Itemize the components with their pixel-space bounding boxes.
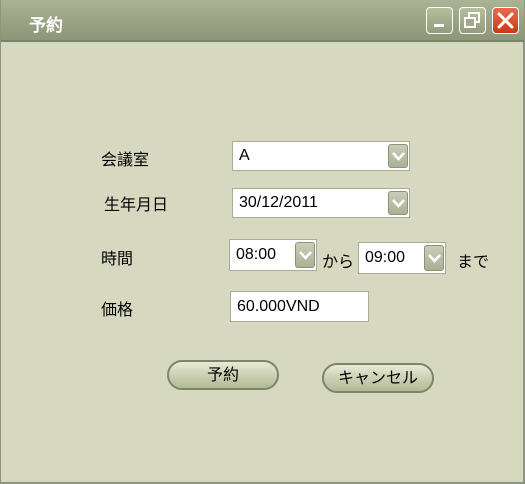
close-icon xyxy=(497,12,514,29)
time-to-select[interactable]: 09:00 xyxy=(358,242,446,274)
room-select[interactable]: A xyxy=(232,141,410,171)
to-text: まで xyxy=(457,252,490,271)
from-text: から xyxy=(322,252,355,271)
window-title: 予約 xyxy=(29,16,63,36)
date-dropdown-button[interactable] xyxy=(388,191,408,215)
date-label: 生年月日 xyxy=(104,195,169,214)
reserve-button[interactable]: 予約 xyxy=(167,360,279,390)
time-to-dropdown-button[interactable] xyxy=(424,245,444,271)
chevron-down-icon xyxy=(392,199,405,208)
chevron-down-icon xyxy=(392,152,405,161)
chevron-down-icon xyxy=(428,254,441,263)
restore-button[interactable] xyxy=(459,7,486,34)
time-label: 時間 xyxy=(101,249,134,268)
chevron-down-icon xyxy=(299,251,312,260)
restore-icon xyxy=(464,12,480,28)
price-label: 価格 xyxy=(101,300,134,319)
reservation-window: 予約 会議室 A 生年月日 30/12/2011 時間 08:00 から 09:… xyxy=(0,0,525,484)
time-from-value: 08:00 xyxy=(236,246,277,263)
price-field[interactable]: 60.000VND xyxy=(230,291,369,322)
price-value: 60.000VND xyxy=(237,297,320,315)
room-dropdown-button[interactable] xyxy=(388,144,408,168)
room-label: 会議室 xyxy=(101,150,150,169)
room-value: A xyxy=(239,147,250,164)
minimize-button[interactable] xyxy=(426,7,453,34)
date-select[interactable]: 30/12/2011 xyxy=(232,188,410,218)
minimize-icon xyxy=(434,24,444,27)
cancel-button[interactable]: キャンセル xyxy=(322,363,434,393)
close-button[interactable] xyxy=(492,7,519,34)
time-to-value: 09:00 xyxy=(365,249,406,266)
title-bar[interactable]: 予約 xyxy=(1,0,524,42)
time-from-select[interactable]: 08:00 xyxy=(229,239,317,271)
date-value: 30/12/2011 xyxy=(239,194,318,211)
time-from-dropdown-button[interactable] xyxy=(295,242,315,268)
